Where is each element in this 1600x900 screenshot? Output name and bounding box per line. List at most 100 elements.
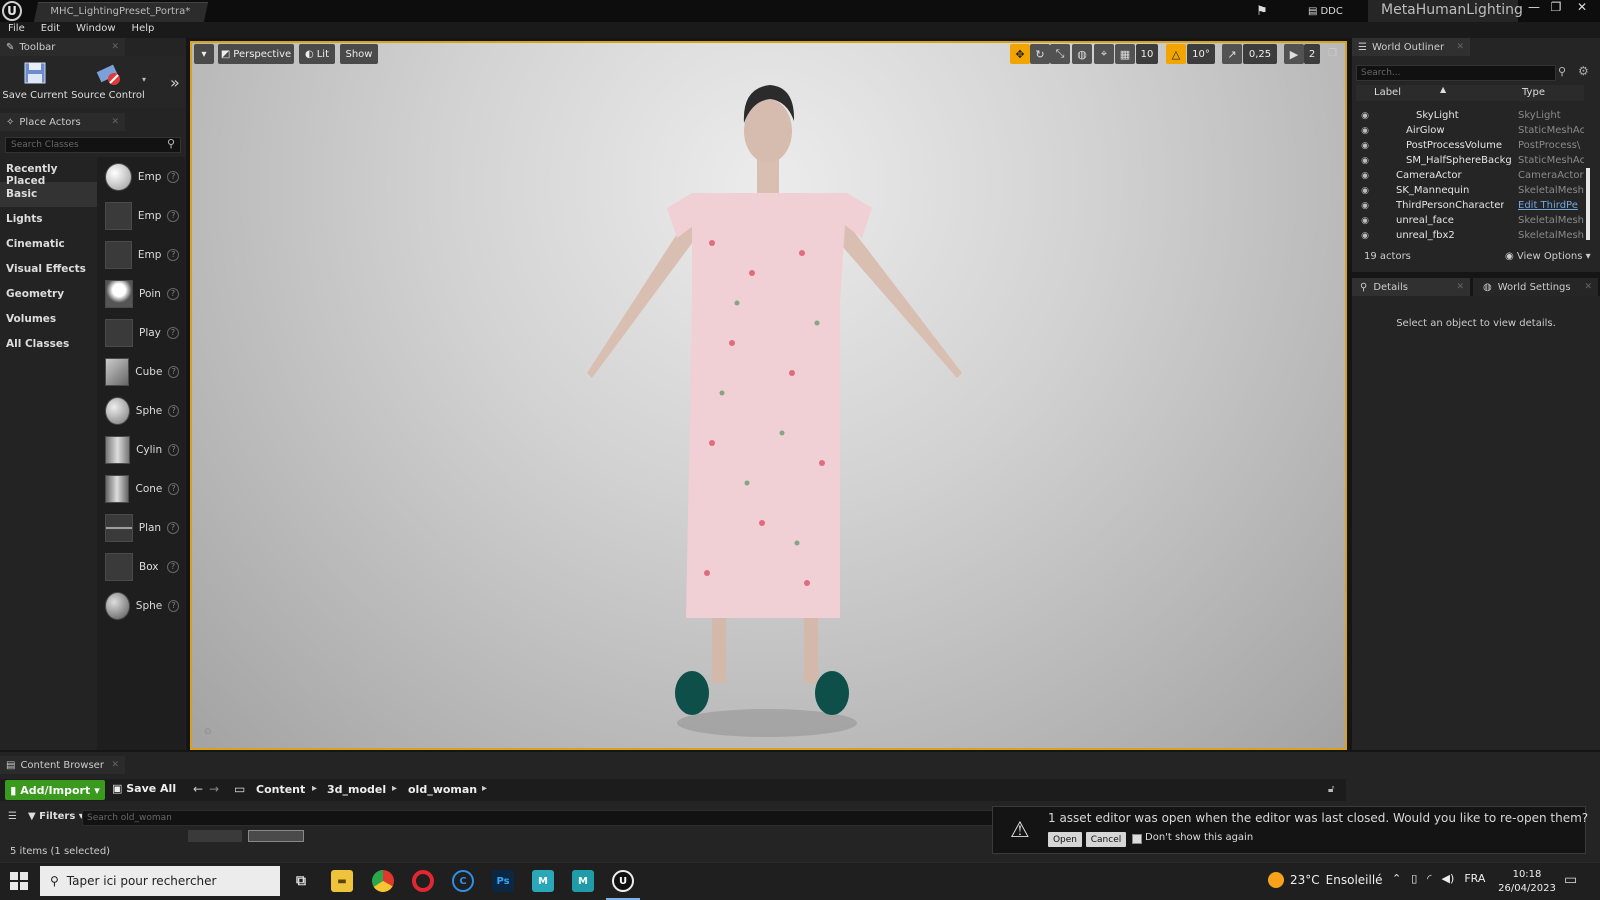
surface-snap-icon[interactable]: ⌖	[1094, 44, 1114, 64]
toolbar-tab[interactable]: ✎ Toolbar ✕	[0, 38, 125, 56]
unreal-taskbar-icon[interactable]: U	[612, 870, 634, 892]
world-local-icon[interactable]: ◍	[1072, 44, 1092, 64]
help-icon[interactable]: ?	[167, 326, 179, 339]
place-actors-tab[interactable]: ✧ Place Actors ✕	[0, 113, 125, 131]
eye-icon[interactable]: ◉	[1356, 126, 1374, 136]
ccleaner-icon[interactable]: C	[452, 870, 474, 892]
photoshop-icon[interactable]: Ps	[492, 870, 514, 892]
breadcrumb-3d-model[interactable]: 3d_model	[327, 783, 386, 796]
rotation-snap-icon[interactable]: △	[1166, 44, 1186, 64]
eye-icon[interactable]: ◉	[1356, 216, 1374, 226]
show-button[interactable]: Show	[340, 44, 378, 64]
help-icon[interactable]: ?	[168, 599, 179, 612]
help-icon[interactable]: ?	[168, 365, 179, 378]
notification-center-icon[interactable]: ▭	[1564, 872, 1577, 888]
outliner-scrollbar[interactable]	[1586, 168, 1590, 240]
menu-file[interactable]: File	[0, 22, 33, 38]
edit-blueprint-link[interactable]: Edit ThirdPe	[1518, 200, 1584, 211]
search-icon[interactable]: ⚲	[1558, 65, 1566, 78]
opera-icon[interactable]	[412, 870, 434, 892]
help-icon[interactable]: ?	[167, 170, 179, 183]
eye-icon[interactable]: ◉	[1356, 186, 1374, 196]
back-arrow-icon[interactable]: ←	[193, 782, 203, 796]
menu-help[interactable]: Help	[124, 22, 163, 38]
maximize-viewport-icon[interactable]: ❐	[1328, 48, 1337, 59]
help-icon[interactable]: ?	[167, 209, 179, 222]
save-all-button[interactable]: ▣ Save All	[112, 782, 176, 795]
list-item[interactable]: Sphe?	[97, 391, 185, 430]
scale-snap-value[interactable]: 0,25	[1243, 44, 1277, 64]
weather-widget[interactable]: 23°C Ensoleillé	[1268, 872, 1383, 888]
list-item[interactable]: Poin?	[97, 274, 185, 313]
list-item[interactable]: Emp?	[97, 157, 185, 196]
help-icon[interactable]: ?	[167, 560, 179, 573]
list-item[interactable]: Cylin?	[97, 430, 185, 469]
scale-snap-icon[interactable]: ↗	[1222, 44, 1242, 64]
save-current-button[interactable]: Save Current	[0, 60, 70, 108]
restore-button[interactable]: ❐	[1545, 0, 1567, 14]
add-import-button[interactable]: ▮ Add/Import ▾	[5, 780, 105, 800]
list-item[interactable]: Plan?	[97, 508, 185, 547]
viewport-options-dropdown[interactable]: ▾	[194, 44, 214, 64]
minimize-button[interactable]: —	[1523, 0, 1545, 14]
level-viewport[interactable]	[190, 41, 1347, 750]
cancel-button[interactable]: Cancel	[1086, 832, 1126, 847]
dont-show-checkbox[interactable]	[1132, 834, 1142, 844]
filters-button[interactable]: ▼ Filters ▾	[28, 811, 84, 822]
close-icon[interactable]: ✕	[111, 42, 119, 52]
breadcrumb-separator-icon[interactable]: ▸	[482, 783, 487, 794]
category-lights[interactable]: Lights	[0, 207, 97, 232]
category-visual-effects[interactable]: Visual Effects	[0, 257, 97, 282]
asset-thumbnail[interactable]	[188, 830, 242, 842]
category-geometry[interactable]: Geometry	[0, 282, 97, 307]
eye-icon[interactable]: ◉	[1356, 141, 1374, 151]
list-item[interactable]: Box?	[97, 547, 185, 586]
outliner-row[interactable]: ◉ SM_HalfSphereBackg StaticMeshAc	[1356, 153, 1584, 168]
help-icon[interactable]: ?	[168, 404, 179, 417]
chrome-icon[interactable]	[372, 870, 394, 892]
eye-icon[interactable]: ◉	[1356, 171, 1374, 181]
category-all-classes[interactable]: All Classes	[0, 332, 97, 357]
search-icon[interactable]: ⚲	[167, 137, 175, 150]
details-tab[interactable]: ⚲ Details ✕	[1352, 278, 1470, 296]
close-icon[interactable]: ✕	[111, 117, 119, 127]
sources-toggle-icon[interactable]: ☰	[8, 811, 17, 822]
outliner-row[interactable]: ◉ AirGlow StaticMeshAc	[1356, 123, 1584, 138]
open-button[interactable]: Open	[1048, 832, 1082, 847]
world-outliner-tab[interactable]: ☰ World Outliner ✕	[1352, 38, 1470, 56]
help-icon[interactable]: ?	[167, 521, 179, 534]
chevron-up-icon[interactable]: ⌃	[1392, 872, 1401, 885]
source-control-dropdown-icon[interactable]: ▾	[142, 75, 146, 84]
language-indicator[interactable]: FRA	[1464, 872, 1485, 885]
task-view-icon[interactable]: ⧉	[290, 870, 312, 892]
lit-button[interactable]: ◐ Lit	[299, 44, 335, 64]
breadcrumb-separator-icon[interactable]: ▸	[392, 783, 397, 794]
asset-thumbnail-selected[interactable]	[248, 830, 304, 842]
outliner-settings-icon[interactable]: ⚙	[1578, 64, 1594, 82]
eye-icon[interactable]: ◉	[1356, 111, 1374, 121]
breadcrumb-separator-icon[interactable]: ▸	[312, 783, 317, 794]
device-icon[interactable]: ▯	[1411, 872, 1417, 885]
asset-search-input[interactable]: Search old_woman	[82, 810, 994, 826]
close-icon[interactable]: ✕	[111, 760, 119, 770]
scale-icon[interactable]: ⤡	[1050, 44, 1070, 64]
outliner-row[interactable]: ◉ unreal_face SkeletalMesh	[1356, 213, 1584, 228]
help-icon[interactable]: ?	[168, 443, 179, 456]
windows-start-icon[interactable]	[10, 872, 28, 890]
outliner-row[interactable]: ◉ unreal_fbx2 SkeletalMesh	[1356, 228, 1584, 243]
outliner-row[interactable]: ◉ SK_Mannequin SkeletalMesh	[1356, 183, 1584, 198]
eye-icon[interactable]: ◉	[1356, 231, 1374, 241]
perspective-button[interactable]: ◩ Perspective	[218, 44, 294, 64]
lock-icon[interactable]: 🔓︎	[1328, 784, 1334, 795]
camera-speed-icon[interactable]: ▶	[1284, 44, 1304, 64]
close-icon[interactable]: ✕	[1584, 282, 1592, 292]
rotate-icon[interactable]: ↻	[1030, 44, 1050, 64]
translate-icon[interactable]: ✥	[1010, 44, 1030, 64]
notification-flag-icon[interactable]: ⚑	[1248, 0, 1276, 22]
taskbar-search-input[interactable]: ⚲ Taper ici pour rechercher	[40, 866, 280, 896]
help-icon[interactable]: ?	[167, 248, 179, 261]
outliner-row[interactable]: ◉ SkyLight SkyLight	[1356, 108, 1584, 123]
menu-edit[interactable]: Edit	[33, 22, 68, 38]
outliner-search-input[interactable]: Search...	[1356, 65, 1556, 81]
breadcrumb-old-woman[interactable]: old_woman	[408, 783, 477, 796]
